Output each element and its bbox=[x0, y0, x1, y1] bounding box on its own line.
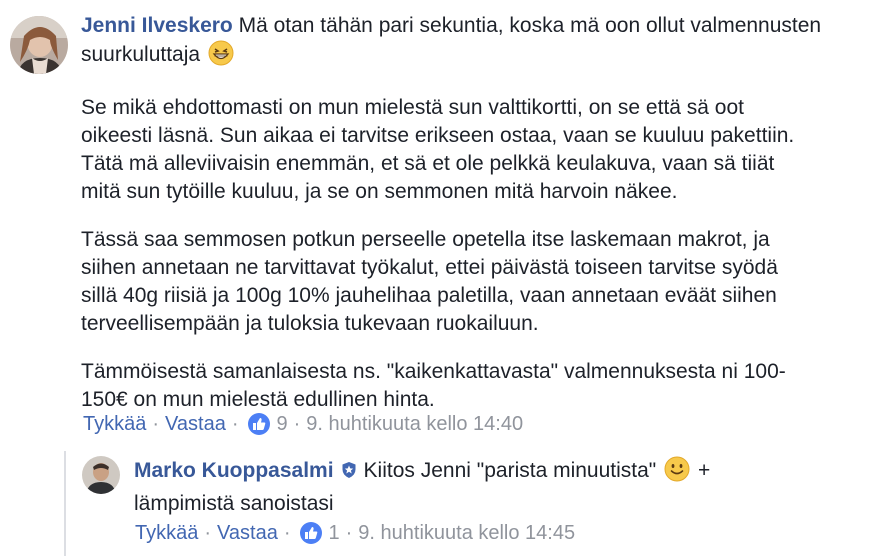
reply-actions: Tykkää · Vastaa · 1 · 9. huhtikuuta kell… bbox=[135, 519, 575, 547]
grinning-face-icon bbox=[208, 40, 234, 74]
comment-paragraph-2: Tässä saa semmosen potkun perseelle opet… bbox=[81, 228, 778, 335]
slightly-smiling-face-icon bbox=[664, 456, 690, 490]
like-reaction-icon[interactable] bbox=[248, 413, 271, 435]
reply-link[interactable]: Vastaa bbox=[165, 410, 226, 438]
reply-text-part-2: + bbox=[697, 459, 711, 482]
reply-thread-line bbox=[64, 451, 66, 556]
comment-paragraph-1: Se mikä ehdottomasti on mun mielestä sun… bbox=[81, 96, 795, 203]
marko-avatar[interactable] bbox=[82, 456, 120, 494]
like-reaction-icon[interactable] bbox=[300, 522, 323, 544]
reply-like-link[interactable]: Tykkää bbox=[135, 519, 198, 547]
comment-author-link[interactable]: Jenni Ilveskero bbox=[81, 14, 233, 37]
reply-author-link[interactable]: Marko Kuoppasalmi bbox=[134, 459, 334, 482]
reply-comment: Marko Kuoppasalmi Kiitos Jenni "parista … bbox=[134, 456, 864, 518]
reply-text-line-2: lämpimistä sanoistasi bbox=[134, 492, 334, 515]
comment-actions: Tykkää · Vastaa · 9 · 9. huhtikuuta kell… bbox=[83, 410, 523, 438]
reply-timestamp[interactable]: 9. huhtikuuta kello 14:45 bbox=[358, 519, 575, 547]
main-comment: Jenni Ilveskero Mä otan tähän pari sekun… bbox=[81, 12, 871, 414]
separator-dot: · bbox=[293, 413, 301, 435]
jenni-avatar[interactable] bbox=[10, 16, 68, 74]
reply-text-part-1: Kiitos Jenni "parista minuutista" bbox=[363, 459, 657, 482]
separator-dot: · bbox=[204, 522, 212, 544]
separator-dot: · bbox=[231, 413, 239, 435]
comment-paragraph-3: Tämmöisestä samanlaisesta ns. "kaikenkat… bbox=[81, 360, 786, 411]
comment-intro: Jenni Ilveskero Mä otan tähän pari sekun… bbox=[81, 12, 871, 74]
like-count[interactable]: 9 bbox=[276, 410, 287, 438]
reply-reply-link[interactable]: Vastaa bbox=[217, 519, 278, 547]
reply-like-count[interactable]: 1 bbox=[328, 519, 339, 547]
reply-text: Marko Kuoppasalmi Kiitos Jenni "parista … bbox=[134, 456, 864, 518]
separator-dot: · bbox=[283, 522, 291, 544]
separator-dot: · bbox=[345, 522, 353, 544]
like-link[interactable]: Tykkää bbox=[83, 410, 146, 438]
verified-badge-icon bbox=[340, 459, 358, 487]
separator-dot: · bbox=[152, 413, 160, 435]
comment-timestamp[interactable]: 9. huhtikuuta kello 14:40 bbox=[306, 410, 523, 438]
